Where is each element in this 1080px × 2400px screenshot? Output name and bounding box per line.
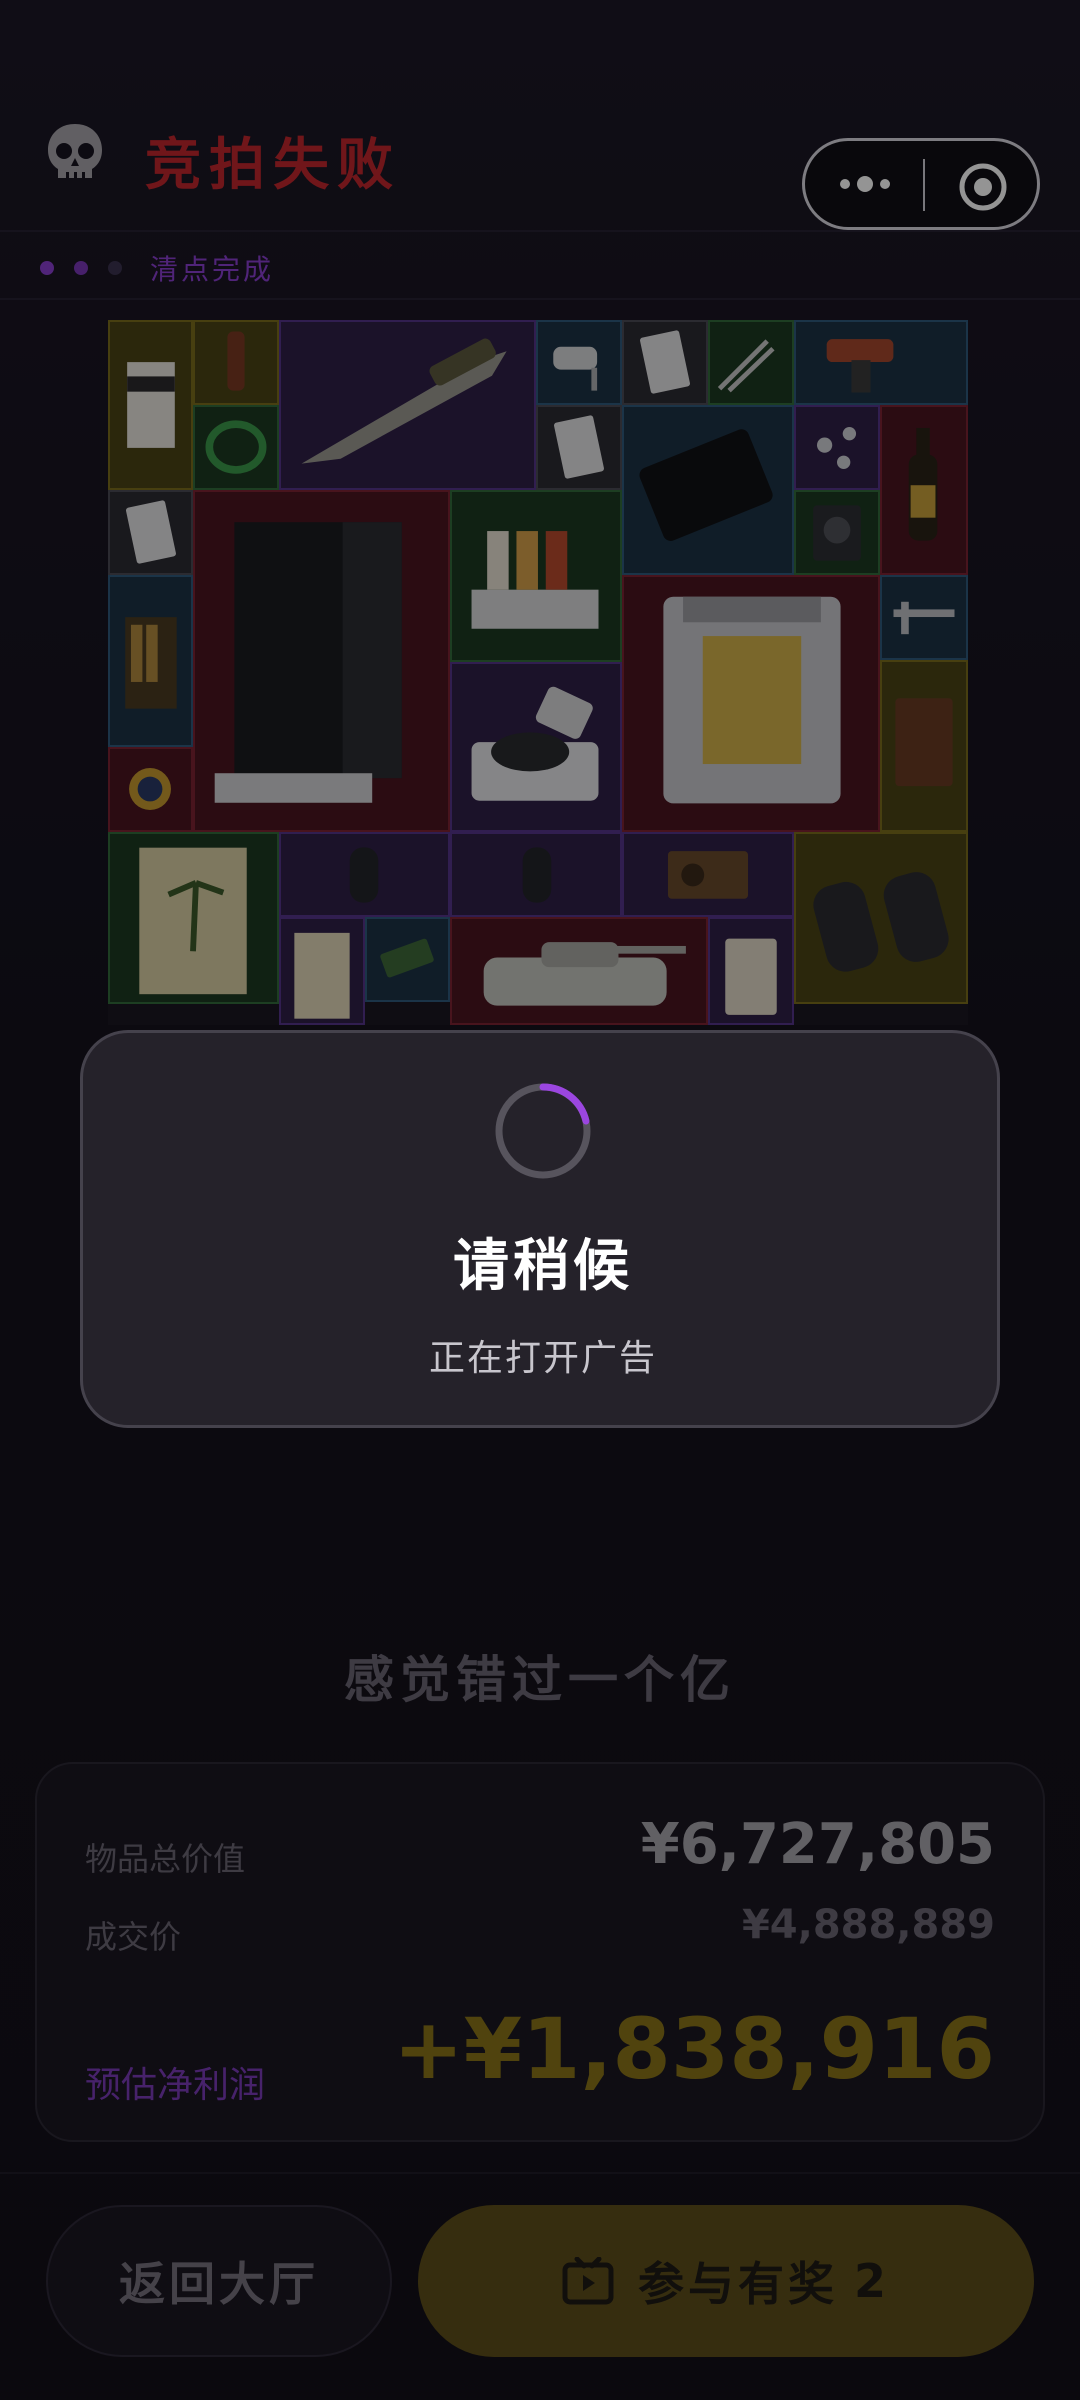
loading-dialog: 请稍候 正在打开广告 bbox=[80, 1030, 1000, 1428]
app-screen: 竞拍失败 清点完成 感觉错过一个亿 物品总价值 ¥6,727,805 成交价 ¥… bbox=[0, 0, 1080, 2400]
loading-spinner-icon bbox=[495, 1083, 591, 1179]
dialog-subtitle: 正在打开广告 bbox=[428, 1338, 657, 1379]
dialog-title: 请稍候 bbox=[453, 1234, 633, 1299]
